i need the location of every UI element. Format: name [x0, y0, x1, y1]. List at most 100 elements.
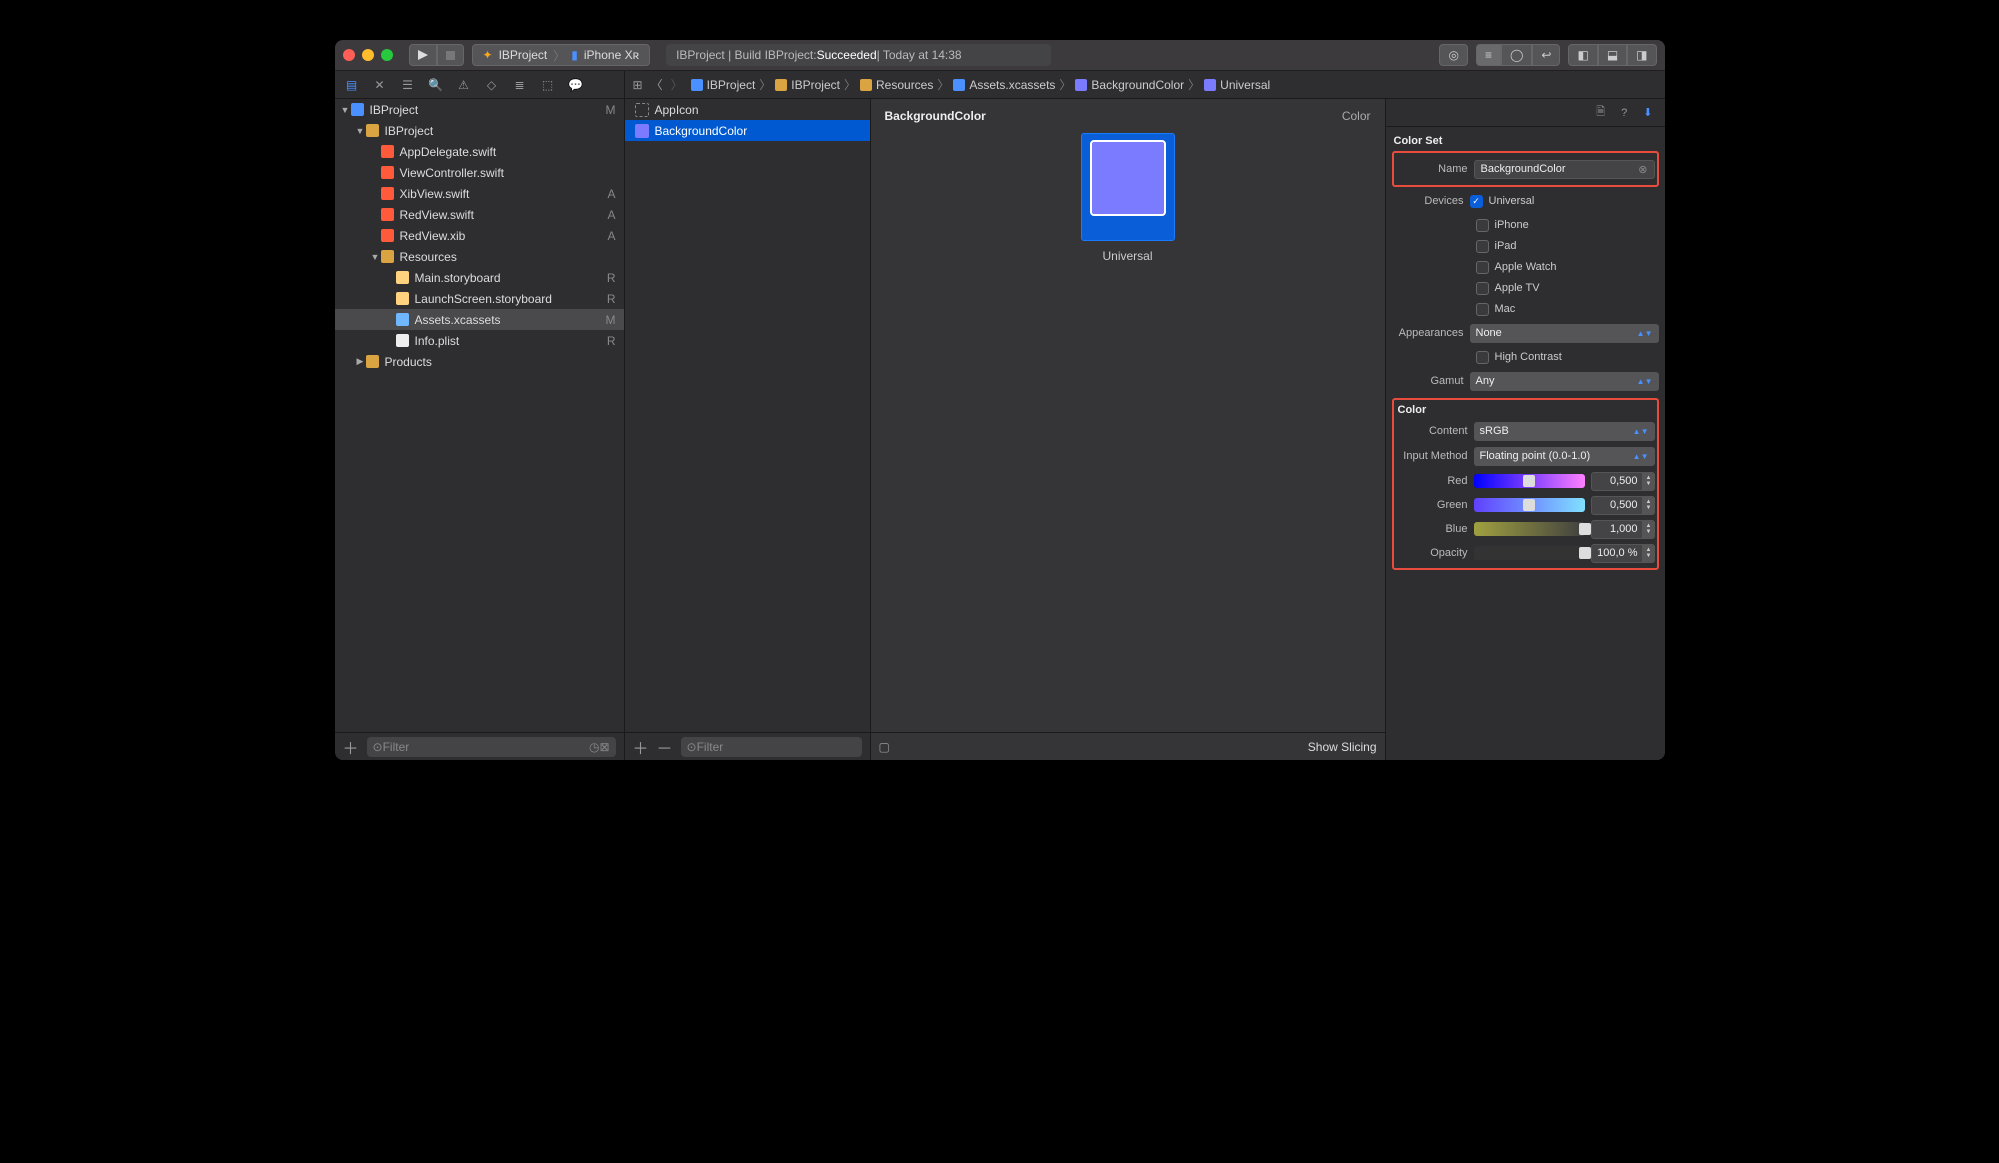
channel-stepper[interactable]: ▲▼: [1643, 544, 1655, 563]
assistant-editor-button[interactable]: ◯: [1501, 44, 1532, 66]
breakpoint-navigator-tab[interactable]: ⬚: [541, 78, 555, 92]
appicon-icon: [635, 103, 649, 117]
zoom-window-button[interactable]: [381, 49, 393, 61]
related-items-button[interactable]: ⊞: [633, 78, 643, 92]
file-inspector-tab[interactable]: 🗎: [1596, 103, 1605, 122]
project-navigator-tab[interactable]: ▤: [345, 78, 359, 92]
device-checkbox-mac[interactable]: [1476, 303, 1489, 316]
find-navigator-tab[interactable]: 🔍: [429, 78, 443, 92]
tree-row[interactable]: RedView.xibA: [335, 225, 624, 246]
channel-slider-red[interactable]: [1474, 474, 1585, 488]
tree-row[interactable]: Info.plistR: [335, 330, 624, 351]
name-input[interactable]: BackgroundColor ⊗: [1474, 160, 1655, 179]
breadcrumb-item[interactable]: IBProject: [691, 78, 756, 92]
disclosure-triangle[interactable]: ▼: [371, 252, 380, 262]
tree-row[interactable]: ViewController.swift: [335, 162, 624, 183]
channel-stepper[interactable]: ▲▼: [1643, 496, 1655, 515]
navigator-filter-input[interactable]: ⊙ Filter ◷ ⊠: [367, 737, 616, 757]
show-slicing-button[interactable]: Show Slicing: [1308, 740, 1377, 754]
breadcrumb-item[interactable]: IBProject: [775, 78, 840, 92]
disclosure-triangle[interactable]: ▼: [341, 105, 350, 115]
tree-row[interactable]: Assets.xcassetsM: [335, 309, 624, 330]
slider-knob[interactable]: [1579, 523, 1591, 535]
asset-list-item[interactable]: BackgroundColor: [625, 120, 870, 141]
version-editor-button[interactable]: ↩: [1532, 44, 1560, 66]
tree-row[interactable]: ▶Products: [335, 351, 624, 372]
tree-row[interactable]: RedView.swiftA: [335, 204, 624, 225]
channel-value-opacity[interactable]: 100,0 %: [1591, 544, 1643, 563]
device-checkbox-iphone[interactable]: [1476, 219, 1489, 232]
attributes-inspector-tab[interactable]: ⬇: [1643, 106, 1652, 119]
tree-row[interactable]: ▼IBProjectM: [335, 99, 624, 120]
tree-row[interactable]: XibView.swiftA: [335, 183, 624, 204]
channel-slider-blue[interactable]: [1474, 522, 1585, 536]
toggle-inspector-button[interactable]: ◨: [1627, 44, 1656, 66]
slicing-icon[interactable]: ▢: [879, 740, 890, 754]
device-checkbox-apple-tv[interactable]: [1476, 282, 1489, 295]
gamut-select[interactable]: Any▲▼: [1470, 372, 1659, 391]
stop-button[interactable]: [437, 44, 464, 66]
minimize-window-button[interactable]: [362, 49, 374, 61]
channel-stepper[interactable]: ▲▼: [1643, 520, 1655, 539]
channel-slider-opacity[interactable]: [1474, 546, 1585, 560]
run-button[interactable]: [409, 44, 437, 66]
tree-row[interactable]: Main.storyboardR: [335, 267, 624, 288]
tree-row[interactable]: ▼IBProject: [335, 120, 624, 141]
channel-stepper[interactable]: ▲▼: [1643, 472, 1655, 491]
breadcrumb-item[interactable]: Resources: [860, 78, 933, 92]
test-navigator-tab[interactable]: ◇: [485, 78, 499, 92]
quick-help-tab[interactable]: ?: [1621, 107, 1627, 119]
breadcrumb-item[interactable]: Universal: [1204, 78, 1270, 92]
tree-row[interactable]: LaunchScreen.storyboardR: [335, 288, 624, 309]
report-navigator-tab[interactable]: 💬: [569, 78, 583, 92]
scm-filter-icon[interactable]: ⊠: [599, 740, 609, 754]
history-forward-button[interactable]: 〉: [671, 76, 683, 93]
remove-asset-button[interactable]: －: [657, 735, 673, 759]
asset-item-label: BackgroundColor: [655, 124, 748, 138]
add-asset-button[interactable]: ＋: [633, 735, 649, 759]
disclosure-triangle[interactable]: ▶: [356, 356, 365, 367]
disclosure-triangle[interactable]: ▼: [356, 126, 365, 136]
history-back-button[interactable]: 〈: [651, 76, 663, 93]
slider-knob[interactable]: [1523, 475, 1535, 487]
device-checkbox-apple-watch[interactable]: [1476, 261, 1489, 274]
device-label: Apple TV: [1495, 282, 1540, 294]
device-checkbox-ipad[interactable]: [1476, 240, 1489, 253]
tree-row[interactable]: ▼Resources: [335, 246, 624, 267]
close-window-button[interactable]: [343, 49, 355, 61]
channel-label-opacity: Opacity: [1396, 547, 1474, 559]
color-well-selected[interactable]: [1081, 133, 1175, 241]
swift-icon: [380, 207, 396, 223]
scheme-selector[interactable]: ✦ IBProject 〉 ▮ iPhone Xʀ: [472, 44, 651, 66]
channel-slider-green[interactable]: [1474, 498, 1585, 512]
plist-icon: [395, 333, 411, 349]
asset-list-item[interactable]: AppIcon: [625, 99, 870, 120]
input-method-select[interactable]: Floating point (0.0-1.0)▲▼: [1474, 447, 1655, 466]
channel-value-green[interactable]: 0,500: [1591, 496, 1643, 515]
issue-navigator-tab[interactable]: ⚠: [457, 78, 471, 92]
channel-value-red[interactable]: 0,500: [1591, 472, 1643, 491]
slider-knob[interactable]: [1523, 499, 1535, 511]
content-select[interactable]: sRGB▲▼: [1474, 422, 1655, 441]
debug-navigator-tab[interactable]: ≣: [513, 78, 527, 92]
clear-icon[interactable]: ⊗: [1638, 163, 1647, 176]
toggle-debug-button[interactable]: ⬓: [1598, 44, 1627, 66]
toggle-navigator-button[interactable]: ◧: [1568, 44, 1597, 66]
source-control-navigator-tab[interactable]: ✕: [373, 78, 387, 92]
appearances-select[interactable]: None▲▼: [1470, 324, 1659, 343]
slider-knob[interactable]: [1579, 547, 1591, 559]
breadcrumb-item[interactable]: Assets.xcassets: [953, 78, 1055, 92]
folder-icon: [365, 354, 381, 370]
symbol-navigator-tab[interactable]: ☰: [401, 78, 415, 92]
recent-filter-icon[interactable]: ◷: [589, 740, 599, 754]
add-file-button[interactable]: ＋: [343, 735, 359, 759]
channel-value-blue[interactable]: 1,000: [1591, 520, 1643, 539]
device-checkbox-universal[interactable]: ✓: [1470, 195, 1483, 208]
tree-item-label: IBProject: [370, 103, 602, 117]
asset-filter-input[interactable]: ⊙ Filter: [681, 737, 862, 757]
breadcrumb-item[interactable]: BackgroundColor: [1075, 78, 1184, 92]
library-button[interactable]: ◎: [1439, 44, 1467, 66]
high-contrast-checkbox[interactable]: [1476, 351, 1489, 364]
standard-editor-button[interactable]: ≡: [1476, 44, 1501, 66]
tree-row[interactable]: AppDelegate.swift: [335, 141, 624, 162]
